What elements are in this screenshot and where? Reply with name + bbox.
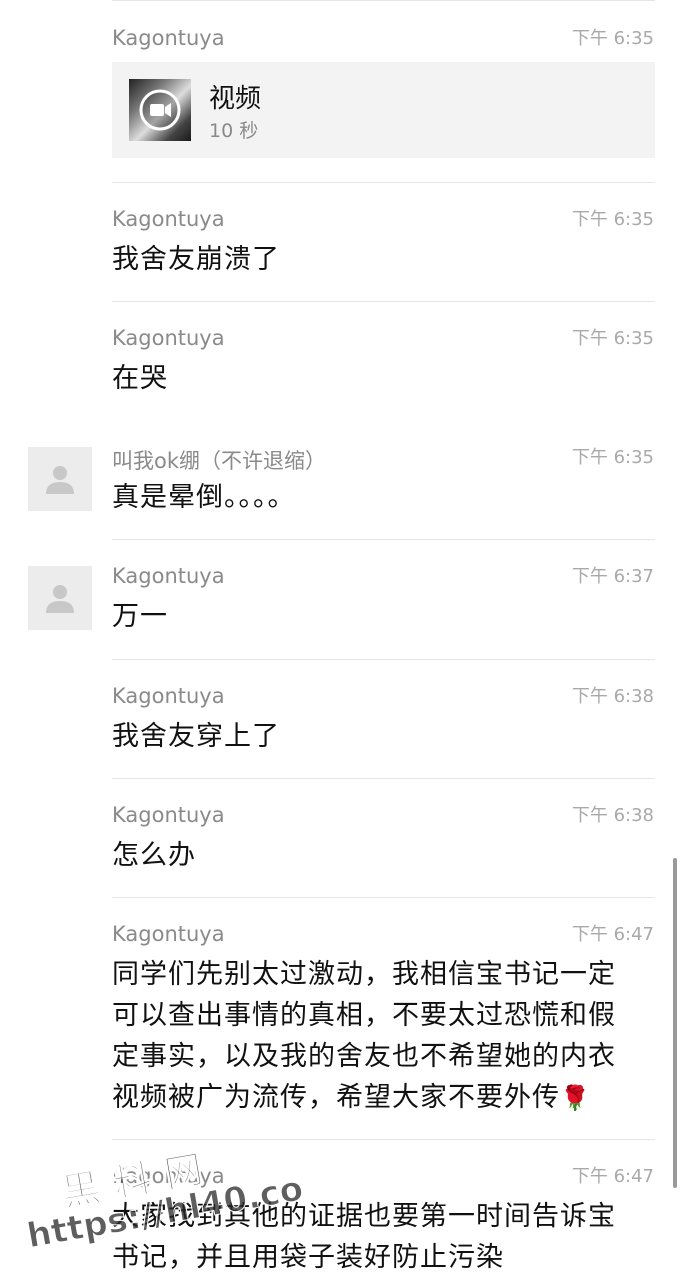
sender-name[interactable]: Kagontuya (112, 684, 225, 708)
message-divider (112, 897, 655, 898)
sender-name[interactable]: Kagontuya (112, 1164, 225, 1188)
message-text: 我舍友穿上了 (112, 721, 280, 752)
message-body: 同学们先别太过激动，我相信宝书记一定可以查出事情的真相，不要太过恐慌和假定事实，… (112, 959, 616, 1113)
video-card[interactable]: 视频 10 秒 (112, 62, 655, 158)
message-text: 同学们先别太过激动，我相信宝书记一定可以查出事情的真相，不要太过恐慌和假定事实，… (112, 954, 632, 1119)
message-time: 下午 6:38 (571, 686, 654, 707)
message-time: 下午 6:35 (571, 328, 654, 349)
sender-name[interactable]: Kagontuya (112, 564, 225, 588)
message-text: 真是晕倒。。。。 (112, 482, 296, 513)
sender-name[interactable]: Kagontuya (112, 207, 225, 231)
message-divider (112, 539, 655, 540)
sender-name[interactable]: Kagontuya (112, 922, 225, 946)
default-avatar-icon (46, 466, 74, 494)
rose-emoji: 🌹 (560, 1084, 591, 1112)
message-time: 下午 6:37 (571, 566, 654, 587)
sender-name[interactable]: Kagontuya (112, 326, 225, 350)
message-text: 大家找到其他的证据也要第一时间告诉宝书记，并且用袋子装好防止污染 (112, 1201, 616, 1273)
video-thumbnail[interactable] (129, 79, 191, 141)
message-divider (112, 1139, 655, 1140)
message-time: 下午 6:35 (571, 28, 654, 49)
sender-name[interactable]: Kagontuya (112, 803, 225, 827)
avatar[interactable] (28, 566, 92, 630)
sender-name[interactable]: 叫我ok绷（不许退缩） (112, 445, 326, 475)
top-divider (112, 0, 655, 1)
video-camera-icon (139, 89, 181, 131)
video-title: 视频 (209, 84, 262, 114)
message-text: 万一 (112, 601, 168, 632)
message-text: 怎么办 (112, 840, 196, 871)
message-time: 下午 6:38 (571, 805, 654, 826)
video-duration: 10 秒 (209, 120, 259, 142)
sender-name[interactable]: Kagontuya (112, 26, 225, 50)
message-text: 我舍友崩溃了 (112, 244, 280, 275)
message-time: 下午 6:47 (571, 924, 654, 945)
avatar[interactable] (28, 447, 92, 511)
message-time: 下午 6:35 (571, 447, 654, 468)
message-time: 下午 6:47 (571, 1166, 654, 1187)
message-divider (112, 659, 655, 660)
scrollbar[interactable] (673, 858, 677, 1188)
message-divider (112, 182, 655, 183)
message-divider (112, 778, 655, 779)
message-divider (112, 301, 655, 302)
message-time: 下午 6:35 (571, 209, 654, 230)
default-avatar-icon (46, 585, 74, 613)
message-text: 在哭 (112, 363, 168, 394)
